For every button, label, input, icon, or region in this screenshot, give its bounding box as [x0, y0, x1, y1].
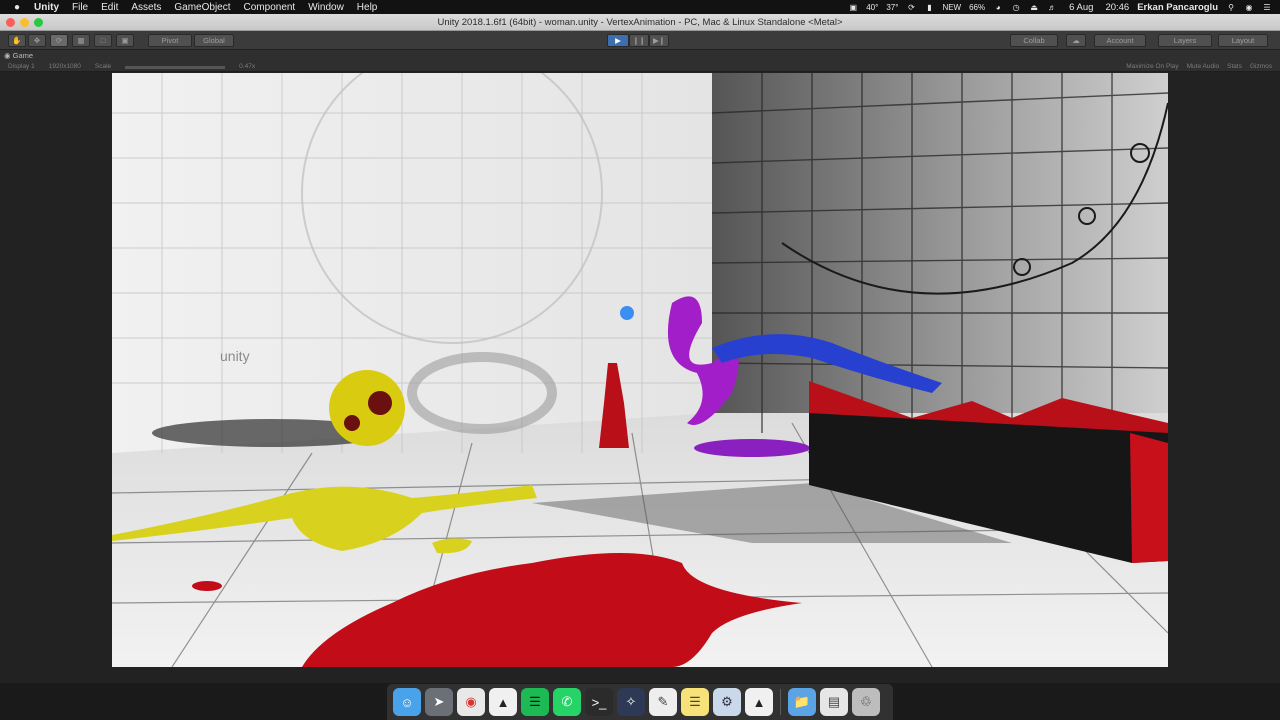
- downloads-folder-icon[interactable]: 📁: [788, 688, 816, 716]
- display-dropdown[interactable]: Display 1: [8, 63, 35, 70]
- scale-value: 0.47x: [239, 63, 256, 70]
- spotify-icon[interactable]: ☰: [521, 688, 549, 716]
- unity-logo: unity: [220, 348, 250, 364]
- global-label: Global: [203, 36, 225, 45]
- account-label: Account: [1106, 36, 1134, 45]
- yellow-sphere: [329, 370, 405, 446]
- red-floor-drop: [192, 581, 222, 591]
- volume-icon[interactable]: ♬: [1047, 2, 1057, 12]
- wifi-icon[interactable]: ◕: [993, 2, 1003, 12]
- game-tab[interactable]: ◉ Game: [4, 51, 33, 60]
- pivot-label: Pivot: [161, 36, 179, 45]
- trash-icon[interactable]: ♲: [852, 688, 880, 716]
- account-dropdown[interactable]: Account: [1094, 34, 1146, 47]
- clock-time[interactable]: 20:46: [1105, 2, 1129, 13]
- layers-dropdown[interactable]: Layers: [1158, 34, 1212, 47]
- notification-center-icon[interactable]: ☰: [1262, 2, 1272, 12]
- stats-toggle[interactable]: Stats: [1227, 63, 1242, 70]
- menu-assets[interactable]: Assets: [131, 2, 161, 13]
- right-wall: [712, 73, 1168, 433]
- pivot-toggle[interactable]: Pivot: [148, 34, 192, 47]
- blue-drop: [620, 306, 634, 320]
- finder-icon[interactable]: ☺: [393, 688, 421, 716]
- step-button[interactable]: ▶❙: [649, 34, 669, 47]
- terminal-icon[interactable]: >_: [585, 688, 613, 716]
- notes-icon[interactable]: ☰: [681, 688, 709, 716]
- whatsapp-icon[interactable]: ✆: [553, 688, 581, 716]
- scale-slider[interactable]: [125, 66, 226, 69]
- layout-dropdown[interactable]: Layout: [1218, 34, 1268, 47]
- collab-label: Collab: [1023, 36, 1045, 45]
- unity-hub-icon[interactable]: ▲: [489, 688, 517, 716]
- rendered-scene: unity: [112, 73, 1168, 667]
- game-tab-label: Game: [12, 51, 34, 60]
- unity-toolbar: ✋ ✥ ⟳ ▦ □ ▣ Pivot Global ▶ ❙❙ ▶❙ Collab …: [0, 31, 1280, 50]
- menu-edit[interactable]: Edit: [101, 2, 118, 13]
- cpu-temp[interactable]: 37°: [886, 2, 898, 12]
- game-view-options: Display 1 1920x1080 Scale 0.47x: [8, 63, 255, 70]
- collab-dropdown[interactable]: Collab: [1010, 34, 1058, 47]
- chrome-icon[interactable]: ◉: [457, 688, 485, 716]
- gpu-temp[interactable]: 40°: [866, 2, 878, 12]
- menu-component[interactable]: Component: [244, 2, 296, 13]
- maximize-on-play-toggle[interactable]: Maximize On Play: [1126, 63, 1178, 70]
- purple-puddle: [694, 439, 810, 457]
- resolution-dropdown[interactable]: 1920x1080: [49, 63, 81, 70]
- dock: ☺ ➤ ◉ ▲ ☰ ✆ >_ ✧ ✎ ☰ ⚙ ▲ 📁 ▤ ♲: [387, 684, 893, 720]
- documents-stack-icon[interactable]: ▤: [820, 688, 848, 716]
- mac-menubar: ● Unity File Edit Assets GameObject Comp…: [0, 0, 1280, 14]
- menu-help[interactable]: Help: [357, 2, 378, 13]
- menu-gameobject[interactable]: GameObject: [174, 2, 230, 13]
- menu-unity[interactable]: Unity: [34, 2, 59, 13]
- yellow-sphere-hole-2: [344, 415, 360, 431]
- play-button[interactable]: ▶: [607, 34, 629, 47]
- dock-separator: [780, 689, 781, 715]
- scale-label: Scale: [94, 63, 112, 70]
- rotate-tool-icon[interactable]: ⟳: [50, 34, 68, 47]
- scale-tool-icon[interactable]: ▦: [72, 34, 90, 47]
- spotlight-icon[interactable]: ⚲: [1226, 2, 1236, 12]
- rect-tool-icon[interactable]: □: [94, 34, 112, 47]
- screen-record-icon[interactable]: ▣: [848, 2, 858, 12]
- game-view: unity: [0, 72, 1280, 683]
- global-toggle[interactable]: Global: [194, 34, 234, 47]
- textedit-icon[interactable]: ✎: [649, 688, 677, 716]
- menu-window[interactable]: Window: [308, 2, 344, 13]
- game-view-header: ◉ Game Display 1 1920x1080 Scale 0.47x M…: [0, 50, 1280, 72]
- game-tab-icon: ◉: [4, 51, 11, 60]
- battery-percent[interactable]: 66%: [969, 2, 985, 12]
- user-name[interactable]: Erkan Pancaroglu: [1137, 2, 1218, 13]
- cloud-icon[interactable]: ☁: [1066, 34, 1086, 47]
- eject-icon[interactable]: ⏏: [1029, 2, 1039, 12]
- siri-icon[interactable]: ◉: [1244, 2, 1254, 12]
- battery-new-label[interactable]: NEW: [942, 2, 961, 12]
- apple-menu-icon[interactable]: ●: [0, 2, 34, 13]
- yellow-sphere-hole: [368, 391, 392, 415]
- menu-file[interactable]: File: [72, 2, 88, 13]
- sync-icon[interactable]: ⟳: [906, 2, 916, 12]
- gizmos-toggle[interactable]: Gizmos: [1250, 63, 1272, 70]
- visual-studio-icon[interactable]: ✧: [617, 688, 645, 716]
- unity-editor-icon[interactable]: ▲: [745, 688, 773, 716]
- status-area: ▣ 40° 37° ⟳ ▮ NEW 66% ◕ ◷ ⏏ ♬ 6 Aug 20:4…: [848, 0, 1272, 14]
- preview-icon[interactable]: ⚙: [713, 688, 741, 716]
- mute-audio-toggle[interactable]: Mute Audio: [1187, 63, 1220, 70]
- hand-tool-icon[interactable]: ✋: [8, 34, 26, 47]
- layout-label: Layout: [1231, 36, 1255, 45]
- transform-tool-icon[interactable]: ▣: [116, 34, 134, 47]
- time-machine-icon[interactable]: ◷: [1011, 2, 1021, 12]
- window-titlebar: Unity 2018.1.6f1 (64bit) - woman.unity -…: [0, 14, 1280, 31]
- game-viewport[interactable]: unity: [112, 73, 1168, 667]
- signal-icon[interactable]: ▮: [924, 2, 934, 12]
- move-tool-icon[interactable]: ✥: [28, 34, 46, 47]
- clock-date[interactable]: 6 Aug: [1069, 2, 1093, 13]
- dark-box-side: [1130, 433, 1168, 563]
- pause-button[interactable]: ❙❙: [629, 34, 649, 47]
- launchpad-icon[interactable]: ➤: [425, 688, 453, 716]
- window-title: Unity 2018.1.6f1 (64bit) - woman.unity -…: [437, 17, 843, 28]
- layers-label: Layers: [1173, 36, 1197, 45]
- game-view-toggles: Maximize On Play Mute Audio Stats Gizmos: [1126, 63, 1272, 70]
